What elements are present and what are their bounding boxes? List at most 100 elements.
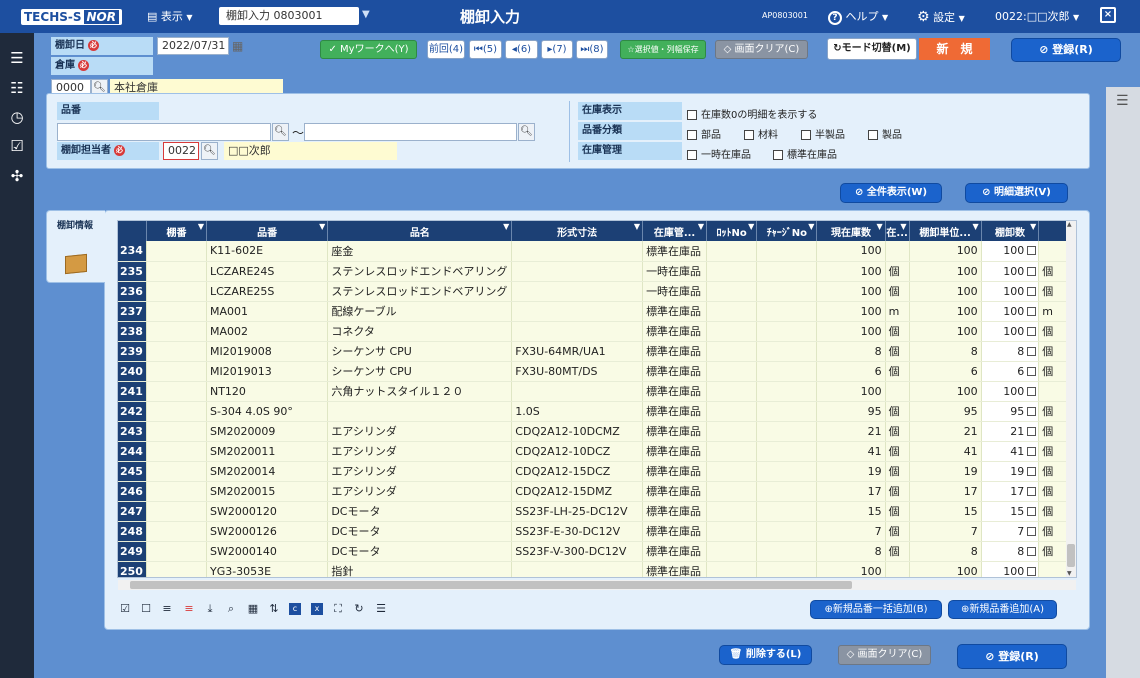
count-input[interactable]: 8	[981, 541, 1040, 562]
puzzle-icon[interactable]: ✣	[7, 166, 27, 186]
horizontal-scrollbar[interactable]	[118, 580, 1076, 590]
person-code-input[interactable]: 0022	[163, 142, 199, 160]
add-item-button[interactable]: ⊕新規品番追加(A)	[948, 600, 1057, 619]
stock-mgmt-checkbox-temp[interactable]: 一時在庫品	[687, 146, 751, 161]
calendar-icon[interactable]: ▦	[232, 39, 243, 53]
close-window-icon[interactable]: ×	[1100, 7, 1116, 23]
table-row[interactable]: 238 MA002 コネクタ 標準在庫品 100 個 100 100 個	[118, 321, 1076, 342]
table-row[interactable]: 242 S-304 4.0S 90° 1.0S 標準在庫品 95 個 95 95 個	[118, 401, 1076, 422]
zoom-icon[interactable]: ⌕	[225, 603, 237, 615]
column-header[interactable]: 品番 ▼	[206, 221, 329, 241]
clear-button-bottom[interactable]: ◇ 画面クリア(C)	[838, 645, 931, 665]
count-input[interactable]: 95	[981, 401, 1040, 422]
count-input[interactable]: 17	[981, 481, 1040, 502]
table-row[interactable]: 245 SM2020014 エアシリンダ CDQ2A12-15DCZ 標準在庫品 19 個 1…	[118, 461, 1076, 482]
side-menu-icon[interactable]: ☰	[1116, 93, 1129, 109]
register-button-bottom[interactable]: ⊘ 登録(R)	[957, 644, 1067, 669]
calculator-icon[interactable]	[1027, 326, 1037, 336]
view-menu[interactable]: ▤ 表示 ▼	[147, 8, 193, 26]
count-input[interactable]: 100	[981, 281, 1040, 302]
table-row[interactable]: 237 MA001 配線ケーブル 標準在庫品 100 m 100 100 m	[118, 301, 1076, 322]
calculator-icon[interactable]	[1027, 386, 1037, 396]
calculator-icon[interactable]	[1027, 286, 1037, 296]
calculator-icon[interactable]	[1027, 266, 1037, 276]
calculator-icon[interactable]	[1027, 346, 1037, 356]
excel-icon[interactable]: x	[311, 603, 323, 615]
mode-toggle-button[interactable]: ↻モード切替(M)	[827, 38, 917, 60]
history-icon[interactable]: ◷	[7, 107, 27, 127]
count-input[interactable]: 7	[981, 521, 1040, 542]
fullscreen-icon[interactable]: ⛶	[332, 603, 344, 615]
calculator-icon[interactable]	[1027, 566, 1037, 576]
checklist-icon[interactable]: ☑	[7, 136, 27, 156]
calculator-icon[interactable]	[1027, 426, 1037, 436]
calculator-icon[interactable]	[1027, 246, 1037, 255]
filter-icon[interactable]: ▼	[319, 222, 325, 231]
table-row[interactable]: 241 NT120 六角ナットスタイル１２０ 標準在庫品 100 100 100	[118, 381, 1076, 402]
filter-icon[interactable]: ▼	[973, 222, 979, 231]
scroll-thumb[interactable]	[130, 581, 852, 589]
vertical-scrollbar[interactable]: ▲ ▼	[1066, 221, 1076, 577]
filter-icon[interactable]: ▼	[503, 222, 509, 231]
filter-icon[interactable]: ▼	[748, 222, 754, 231]
column-header[interactable]: 品名 ▼	[327, 221, 513, 241]
bulk-add-button[interactable]: ⊕新規品番一括追加(B)	[810, 600, 942, 619]
table-row[interactable]: 234 K11-602E 座金 標準在庫品 100 100 100	[118, 241, 1076, 262]
count-input[interactable]: 15	[981, 501, 1040, 522]
menu-list-icon[interactable]: ☰	[7, 48, 27, 68]
search-icon[interactable]: 🔍︎	[201, 142, 218, 160]
calculator-icon[interactable]	[1027, 506, 1037, 516]
row-compact-icon[interactable]: ≡	[161, 603, 173, 615]
search-icon[interactable]: 🔍︎	[272, 123, 289, 141]
item-class-checkbox-parts[interactable]: 部品	[687, 126, 721, 141]
stock-display-checkbox[interactable]: 在庫数0の明細を表示する	[687, 106, 817, 121]
prev-button[interactable]: 前回(4)	[427, 40, 465, 59]
item-class-checkbox-material[interactable]: 材料	[744, 126, 778, 141]
help-menu[interactable]: ? ヘルプ ▼	[828, 8, 888, 27]
column-header[interactable]: 在... ▼	[885, 221, 910, 241]
chevron-down-icon[interactable]: ▼	[362, 9, 370, 20]
item-code-from-input[interactable]	[57, 123, 271, 141]
reset-icon[interactable]: ↻	[353, 603, 365, 615]
table-row[interactable]: 246 SM2020015 エアシリンダ CDQ2A12-15DMZ 標準在庫品 17 個 1…	[118, 481, 1076, 502]
first-button[interactable]: ⏮(5)	[469, 40, 502, 59]
search-icon[interactable]: 🔍︎	[518, 123, 535, 141]
item-class-checkbox-product[interactable]: 製品	[868, 126, 902, 141]
table-icon[interactable]: ▦	[247, 603, 259, 615]
table-row[interactable]: 239 MI2019008 シーケンサ CPU FX3U-64MR/UA1 標準在庫品 8…	[118, 341, 1076, 362]
clear-button[interactable]: ◇ 画面クリア(C)	[715, 40, 808, 59]
column-header[interactable]: ﾁｬｰｼﾞNo ▼	[756, 221, 818, 241]
calculator-icon[interactable]	[1027, 466, 1037, 476]
count-input[interactable]: 100	[981, 241, 1040, 262]
row-filter-icon[interactable]: ≡	[183, 603, 195, 615]
scroll-thumb[interactable]	[1067, 544, 1075, 567]
download-icon[interactable]: ⤓	[204, 603, 216, 615]
table-row[interactable]: 244 SM2020011 エアシリンダ CDQ2A12-10DCZ 標準在庫品 41 個 4…	[118, 441, 1076, 462]
column-header[interactable]: 形式寸法 ▼	[511, 221, 644, 241]
count-input[interactable]: 21	[981, 421, 1040, 442]
show-all-button[interactable]: ⊘ 全件表示(W)	[840, 183, 942, 203]
date-input[interactable]: 2022/07/31	[157, 37, 229, 55]
count-input[interactable]: 100	[981, 301, 1040, 322]
count-input[interactable]: 19	[981, 461, 1040, 482]
last-button[interactable]: ⏭(8)	[576, 40, 608, 59]
count-input[interactable]: 100	[981, 561, 1040, 577]
filter-icon[interactable]: ▼	[198, 222, 204, 231]
user-list-icon[interactable]: ☷	[7, 78, 27, 98]
filter-icon[interactable]: ▼	[1030, 222, 1036, 231]
calculator-icon[interactable]	[1027, 366, 1037, 376]
calculator-icon[interactable]	[1027, 546, 1037, 556]
uncheck-all-icon[interactable]: ☐	[140, 603, 152, 615]
arrow-down-icon[interactable]: ▼	[1067, 570, 1072, 577]
check-all-icon[interactable]: ☑	[119, 603, 131, 615]
delete-button[interactable]: 🗑︎ 削除する(L)	[719, 645, 812, 665]
count-input[interactable]: 100	[981, 261, 1040, 282]
sort-icon[interactable]: ⇅	[268, 603, 280, 615]
count-input[interactable]: 8	[981, 341, 1040, 362]
filter-icon[interactable]: ▼	[876, 222, 882, 231]
register-button-top[interactable]: ⊘ 登録(R)	[1011, 38, 1121, 62]
screen-select[interactable]: 棚卸入力 0803001	[219, 7, 359, 25]
item-class-checkbox-semi[interactable]: 半製品	[801, 126, 845, 141]
calculator-icon[interactable]	[1027, 526, 1037, 536]
column-header[interactable]: 在庫管... ▼	[642, 221, 708, 241]
